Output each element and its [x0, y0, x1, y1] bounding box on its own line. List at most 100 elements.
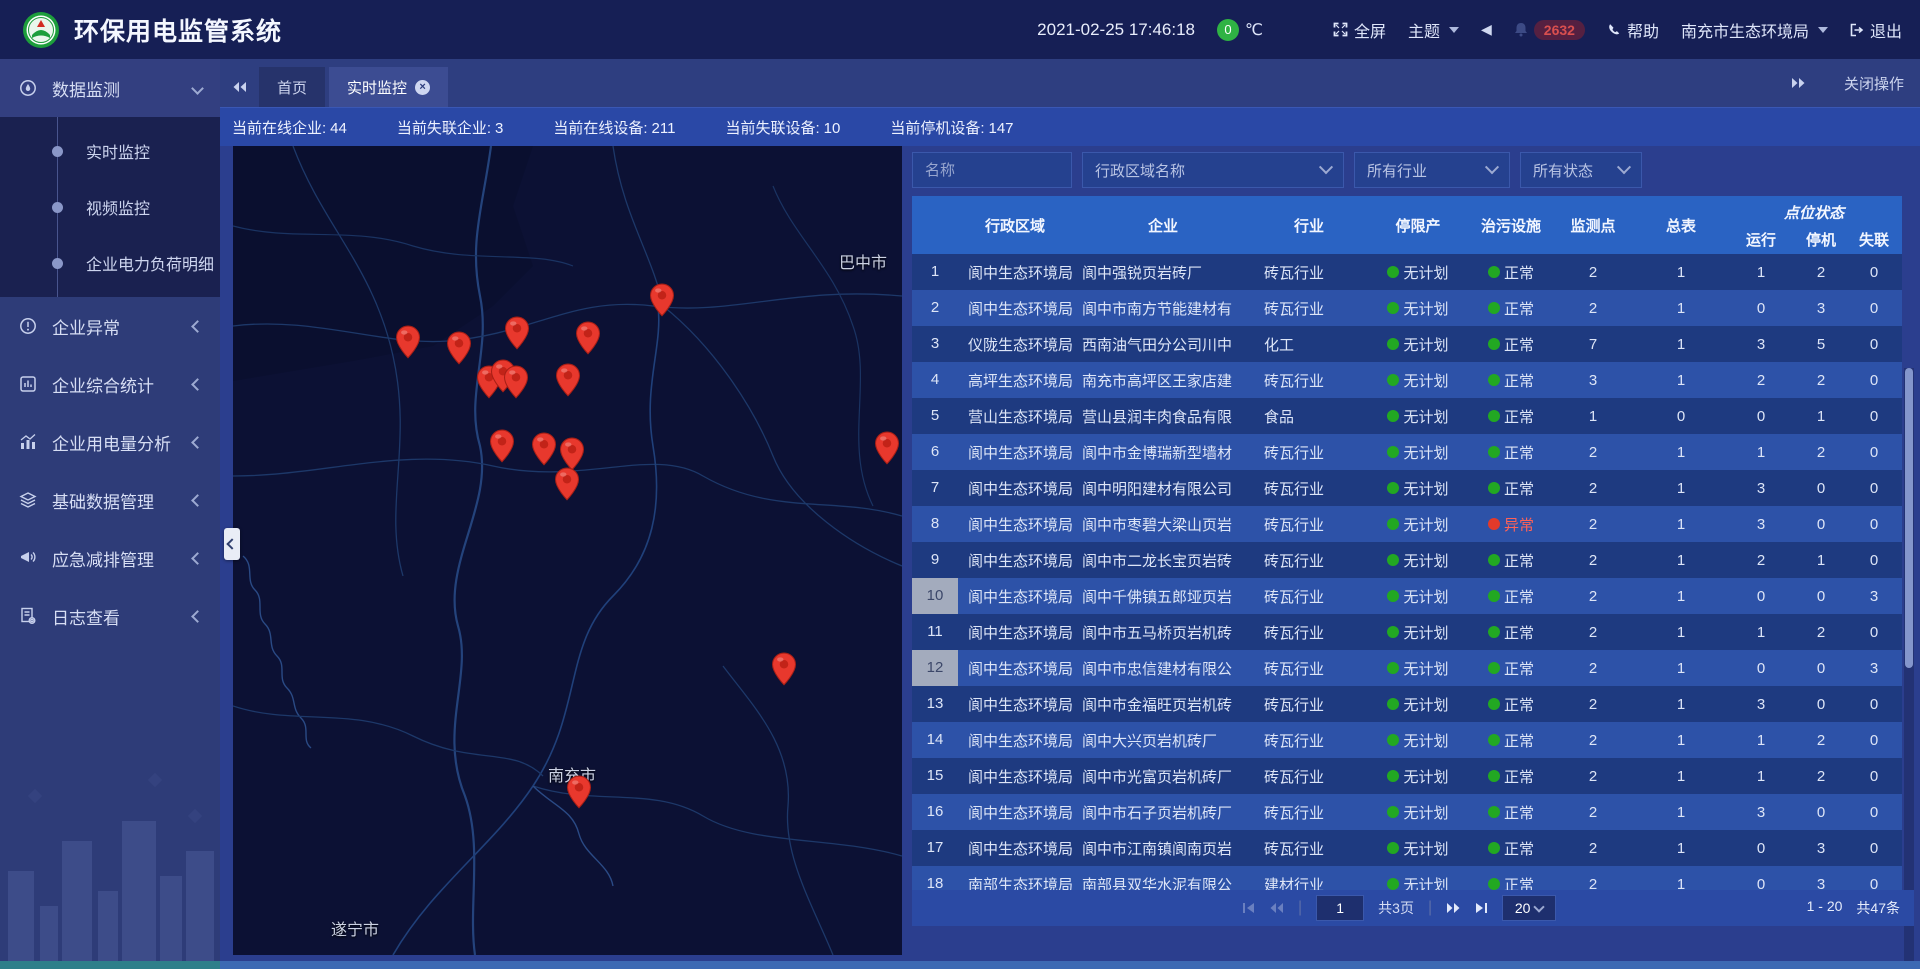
- close-operations-button[interactable]: 关闭操作: [1844, 73, 1904, 94]
- tabs-scroll-right-button[interactable]: [1779, 63, 1818, 103]
- map-pin[interactable]: [395, 325, 421, 359]
- map-pin[interactable]: [554, 467, 580, 501]
- table-row[interactable]: 11阆中生态环境局阆中市五马桥页岩机砖砖瓦行业无计划正常21120: [912, 614, 1902, 650]
- row-stopped-count: 2: [1796, 444, 1846, 461]
- table-row[interactable]: 6阆中生态环境局阆中市金博瑞新型墙材砖瓦行业无计划正常21120: [912, 434, 1902, 470]
- tab-close-icon[interactable]: ×: [415, 80, 430, 95]
- sidebar-item-enterprise-statistics[interactable]: 企业综合统计: [0, 355, 220, 413]
- sidebar-item-power-analysis[interactable]: 企业用电量分析: [0, 413, 220, 471]
- record-total-label: 共47条: [1856, 898, 1900, 918]
- sidebar-item-enterprise-abnormal[interactable]: 企业异常: [0, 297, 220, 355]
- row-lost-count: 3: [1846, 660, 1902, 677]
- row-running-count: 1: [1726, 732, 1796, 749]
- first-page-button[interactable]: [1242, 902, 1255, 914]
- page-size-value: 20: [1515, 900, 1531, 916]
- row-limit-status: 无计划: [1364, 730, 1472, 751]
- row-lost-count: 0: [1846, 804, 1902, 821]
- page-number-input[interactable]: 1: [1316, 895, 1364, 921]
- row-total-meters: 1: [1636, 660, 1726, 677]
- row-facility-status: 正常: [1472, 802, 1550, 823]
- row-total-meters: 1: [1636, 300, 1726, 317]
- map-pin[interactable]: [649, 283, 675, 317]
- map-pin[interactable]: [503, 365, 529, 399]
- tabs-scroll-left-button[interactable]: [220, 67, 259, 107]
- last-page-button[interactable]: [1475, 902, 1488, 914]
- row-limit-status: 无计划: [1364, 442, 1472, 463]
- row-limit-status: 无计划: [1364, 586, 1472, 607]
- stat-online-devices: 当前在线设备:211: [553, 117, 675, 138]
- map-pin[interactable]: [771, 652, 797, 686]
- map-pin[interactable]: [575, 321, 601, 355]
- stat-lost-devices: 当前失联设备:10: [725, 117, 840, 138]
- row-total-meters: 1: [1636, 444, 1726, 461]
- map-pin[interactable]: [531, 432, 557, 466]
- table-row[interactable]: 8阆中生态环境局阆中市枣碧大梁山页岩砖瓦行业无计划异常21300: [912, 506, 1902, 542]
- row-enterprise: 阆中市江南镇阆南页岩: [1072, 838, 1254, 859]
- table-row[interactable]: 5营山生态环境局营山县润丰肉食品有限食品无计划正常10010: [912, 398, 1902, 434]
- map-pin[interactable]: [559, 437, 585, 471]
- sidebar-item-video-monitoring[interactable]: 视频监控: [0, 179, 220, 235]
- table-row[interactable]: 13阆中生态环境局阆中市金福旺页岩机砖砖瓦行业无计划正常21300: [912, 686, 1902, 722]
- map-pin[interactable]: [489, 429, 515, 463]
- table-row[interactable]: 15阆中生态环境局阆中市光富页岩机砖厂砖瓦行业无计划正常21120: [912, 758, 1902, 794]
- map-pin[interactable]: [566, 775, 592, 809]
- map-pin[interactable]: [555, 363, 581, 397]
- table-row[interactable]: 18南部生态环境局南部县双华水泥有限公建材行业无计划正常21030: [912, 866, 1902, 890]
- table-row[interactable]: 2阆中生态环境局阆中市南方节能建材有砖瓦行业无计划正常21030: [912, 290, 1902, 326]
- map-pin[interactable]: [504, 316, 530, 350]
- tab-realtime-monitoring[interactable]: 实时监控 ×: [329, 67, 448, 107]
- status-select[interactable]: 所有状态: [1520, 152, 1642, 188]
- scrollbar-thumb[interactable]: [1905, 368, 1913, 668]
- table-scrollbar[interactable]: [1904, 368, 1914, 969]
- table-row[interactable]: 14阆中生态环境局阆中大兴页岩机砖厂砖瓦行业无计划正常21120: [912, 722, 1902, 758]
- row-industry: 建材行业: [1254, 874, 1364, 891]
- map-pin[interactable]: [446, 331, 472, 365]
- page-size-select[interactable]: 20: [1502, 895, 1556, 921]
- mute-button[interactable]: ◀: [1481, 21, 1492, 38]
- next-page-button[interactable]: [1446, 902, 1461, 914]
- table-row[interactable]: 10阆中生态环境局阆中千佛镇五郎垭页岩砖瓦行业无计划正常21003: [912, 578, 1902, 614]
- name-search-input[interactable]: [912, 152, 1072, 188]
- table-row[interactable]: 17阆中生态环境局阆中市江南镇阆南页岩砖瓦行业无计划正常21030: [912, 830, 1902, 866]
- map-panel[interactable]: 巴中市南充市遂宁市: [233, 146, 902, 955]
- prev-page-button[interactable]: [1269, 902, 1284, 914]
- table-row[interactable]: 4高坪生态环境局南充市高坪区王家店建砖瓦行业无计划正常31220: [912, 362, 1902, 398]
- region-select[interactable]: 行政区域名称: [1082, 152, 1344, 188]
- row-monitor-points: 2: [1550, 588, 1636, 605]
- chevron-left-icon: [226, 538, 237, 549]
- table-row[interactable]: 7阆中生态环境局阆中明阳建材有限公司砖瓦行业无计划正常21300: [912, 470, 1902, 506]
- table-row[interactable]: 9阆中生态环境局阆中市二龙长宝页岩砖砖瓦行业无计划正常21210: [912, 542, 1902, 578]
- org-menu[interactable]: 南充市生态环境局: [1681, 18, 1828, 42]
- map-pin[interactable]: [874, 431, 900, 465]
- table-row[interactable]: 12阆中生态环境局阆中市忠信建材有限公砖瓦行业无计划正常21003: [912, 650, 1902, 686]
- row-running-count: 3: [1726, 516, 1796, 533]
- sidebar-item-realtime-monitoring[interactable]: 实时监控: [0, 123, 220, 179]
- table-row[interactable]: 16阆中生态环境局阆中市石子页岩机砖厂砖瓦行业无计划正常21300: [912, 794, 1902, 830]
- sidebar-item-data-monitoring[interactable]: 数据监测: [0, 59, 220, 117]
- row-index: 14: [912, 722, 958, 758]
- help-button[interactable]: 帮助: [1607, 18, 1659, 42]
- fullscreen-button[interactable]: 全屏: [1333, 18, 1386, 42]
- sidebar-item-emergency-reduction[interactable]: 应急减排管理: [0, 529, 220, 587]
- row-facility-status: 正常: [1472, 658, 1550, 679]
- theme-menu[interactable]: 主题: [1408, 18, 1459, 42]
- row-index: 7: [912, 470, 958, 506]
- status-dot-icon: [1488, 482, 1500, 494]
- sidebar-item-power-load-detail[interactable]: 企业电力负荷明细: [0, 235, 220, 291]
- bullet-icon: [52, 258, 63, 269]
- status-dot-icon: [1387, 410, 1399, 422]
- row-lost-count: 0: [1846, 624, 1902, 641]
- table-row[interactable]: 3仪陇生态环境局西南油气田分公司川中化工无计划正常71350: [912, 326, 1902, 362]
- row-lost-count: 0: [1846, 840, 1902, 857]
- tab-home[interactable]: 首页: [259, 67, 325, 107]
- industry-select[interactable]: 所有行业: [1354, 152, 1510, 188]
- total-pages-label: 共3页: [1378, 898, 1414, 918]
- logout-button[interactable]: 退出: [1850, 18, 1902, 42]
- row-lost-count: 0: [1846, 444, 1902, 461]
- row-total-meters: 1: [1636, 516, 1726, 533]
- table-row[interactable]: 1阆中生态环境局阆中强锐页岩砖厂砖瓦行业无计划正常21120: [912, 254, 1902, 290]
- sidebar-item-basic-data[interactable]: 基础数据管理: [0, 471, 220, 529]
- sidebar-collapse-handle[interactable]: [224, 528, 240, 560]
- notification-bell[interactable]: 2632: [1514, 20, 1585, 40]
- sidebar-item-log-view[interactable]: 日志查看: [0, 587, 220, 645]
